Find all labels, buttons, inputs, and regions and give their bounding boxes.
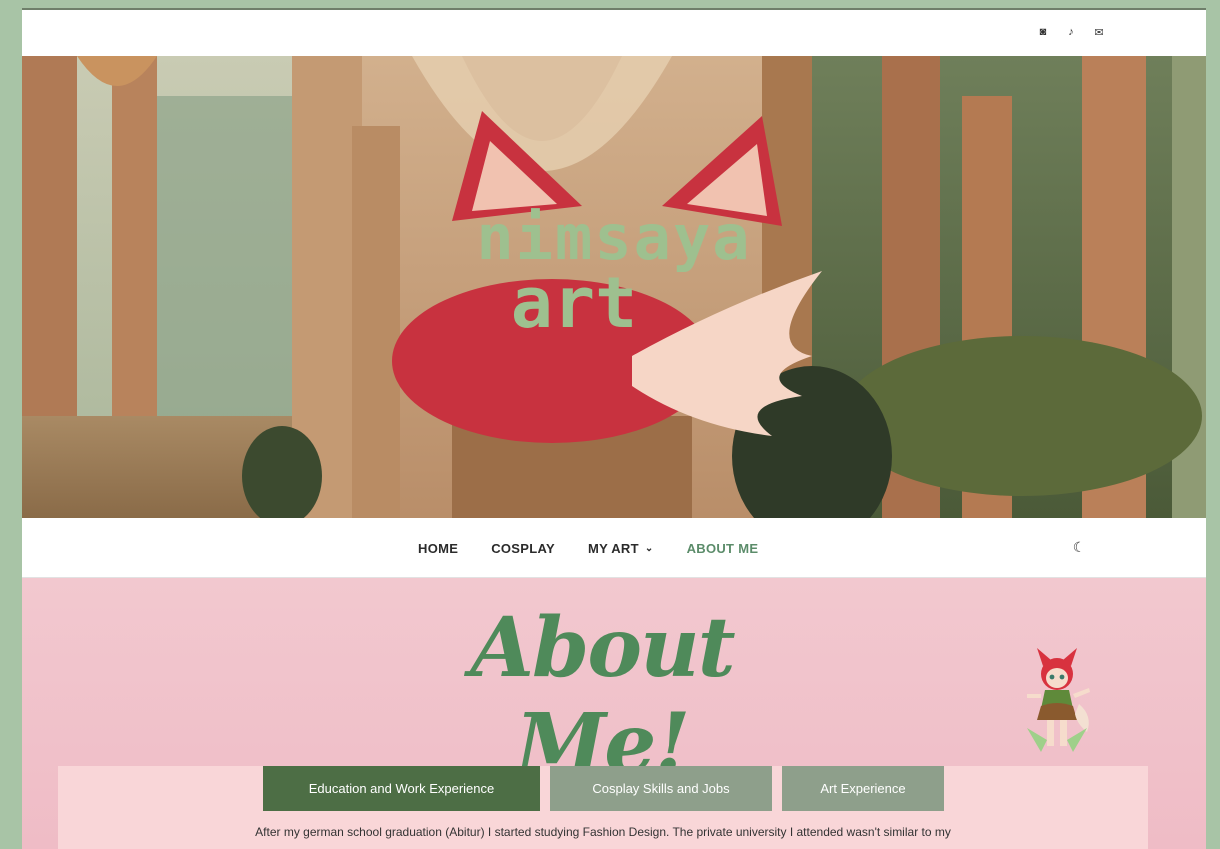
logo-line2: art — [510, 262, 638, 344]
tab-list: Education and Work Experience Cosplay Sk… — [263, 766, 944, 811]
tab-panel: Education and Work Experience Cosplay Sk… — [58, 766, 1148, 849]
tab-art-experience[interactable]: Art Experience — [782, 766, 944, 811]
about-content: About Me! Education and Work Experience … — [22, 578, 1206, 849]
logo-line1: nimsaya — [476, 201, 752, 274]
nav-item-label: COSPLAY — [491, 540, 555, 556]
nav-item-home[interactable]: HOME — [418, 541, 458, 556]
tiktok-icon[interactable]: ♪ — [1064, 25, 1078, 39]
site-logo[interactable]: nimsaya art — [434, 201, 794, 339]
nav-item-my-art[interactable]: MY ART ⌄ — [588, 541, 654, 556]
chibi-fox-mascot-image — [1027, 648, 1090, 752]
nav-item-about-me[interactable]: ABOUT ME — [687, 541, 759, 556]
moon-icon[interactable]: ☾ — [1070, 538, 1088, 556]
social-links: ◙ ♪ ✉ — [1036, 25, 1106, 39]
page-title: About Me! — [470, 600, 735, 792]
chevron-down-icon: ⌄ — [644, 542, 654, 554]
tab-cosplay-skills[interactable]: Cosplay Skills and Jobs — [550, 766, 772, 811]
mail-icon[interactable]: ✉ — [1092, 25, 1106, 39]
top-bar: ◙ ♪ ✉ — [22, 8, 1206, 56]
nav-item-label: MY ART — [587, 540, 639, 556]
page: ◙ ♪ ✉ nimsaya art HOME COSPLAY MY ART ⌄ … — [22, 8, 1206, 849]
tab-education-work[interactable]: Education and Work Experience — [263, 766, 540, 811]
header-banner[interactable]: nimsaya art — [22, 56, 1206, 518]
tab-body-text: After my german school graduation (Abitu… — [255, 825, 951, 839]
main-nav: HOME COSPLAY MY ART ⌄ ABOUT ME ☾ — [22, 518, 1206, 578]
nav-item-label: HOME — [418, 540, 459, 556]
instagram-icon[interactable]: ◙ — [1036, 25, 1050, 39]
nav-item-cosplay[interactable]: COSPLAY — [491, 541, 555, 556]
nav-item-label: ABOUT ME — [686, 540, 759, 556]
